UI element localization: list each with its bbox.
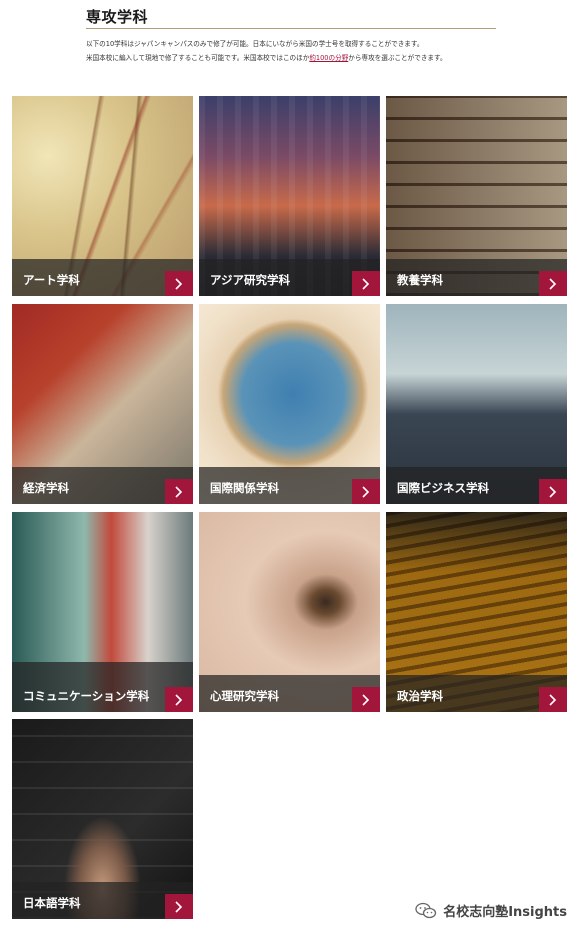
chevron-right-icon — [362, 485, 370, 498]
major-tile-economics[interactable]: 経済学科 — [12, 304, 193, 504]
tile-arrow-button[interactable] — [165, 687, 193, 712]
intro-link-100-fields[interactable]: 約100の分野 — [309, 54, 348, 62]
chevron-right-icon — [362, 277, 370, 290]
major-label: 国際関係学科 — [210, 481, 279, 495]
major-label: 経済学科 — [23, 481, 69, 495]
major-tile-japanese[interactable]: 日本語学科 — [12, 719, 193, 919]
tile-arrow-button[interactable] — [352, 271, 380, 296]
chevron-right-icon — [175, 485, 183, 498]
intro-line-1: 以下の10学科はジャパンキャンパスのみで修了が可能。日本にいながら米国の学士号を… — [86, 40, 424, 48]
intro-line-2: 米国本校に編入して現地で修了することも可能です。米国本校ではこのほか約100の分… — [86, 52, 506, 66]
major-label: 政治学科 — [397, 689, 443, 703]
major-label: 国際ビジネス学科 — [397, 481, 489, 495]
major-tile-liberal-arts[interactable]: 教養学科 — [386, 96, 567, 296]
chevron-right-icon — [175, 900, 183, 913]
major-tile-psychology[interactable]: 心理研究学科 — [199, 512, 380, 712]
major-label: 日本語学科 — [23, 896, 81, 910]
major-label: アジア研究学科 — [210, 273, 291, 287]
major-label: コミュニケーション学科 — [23, 689, 150, 703]
major-label: 心理研究学科 — [210, 689, 279, 703]
tile-arrow-button[interactable] — [352, 479, 380, 504]
major-label: アート学科 — [23, 273, 80, 287]
chevron-right-icon — [175, 693, 183, 706]
chevron-right-icon — [549, 485, 557, 498]
tile-arrow-button[interactable] — [539, 479, 567, 504]
tile-arrow-button[interactable] — [165, 271, 193, 296]
intro-line-2-pre: 米国本校に編入して現地で修了することも可能です。米国本校ではこのほか — [86, 53, 310, 62]
tile-arrow-button[interactable] — [165, 894, 193, 919]
title-divider — [86, 28, 496, 29]
intro-text: 以下の10学科はジャパンキャンパスのみで修了が可能。日本にいながら米国の学士号を… — [86, 38, 506, 65]
tile-arrow-button[interactable] — [165, 479, 193, 504]
major-label: 教養学科 — [397, 273, 443, 287]
chevron-right-icon — [549, 277, 557, 290]
chevron-right-icon — [362, 693, 370, 706]
tile-arrow-button[interactable] — [539, 687, 567, 712]
major-tile-politics[interactable]: 政治学科 — [386, 512, 567, 712]
major-tile-international-business[interactable]: 国際ビジネス学科 — [386, 304, 567, 504]
major-tile-asian-studies[interactable]: アジア研究学科 — [199, 96, 380, 296]
watermark-text: 名校志向塾Insights — [443, 905, 567, 920]
chevron-right-icon — [549, 693, 557, 706]
watermark: 名校志向塾Insights — [415, 901, 567, 920]
wechat-icon — [415, 902, 437, 918]
tile-arrow-button[interactable] — [352, 687, 380, 712]
chevron-right-icon — [175, 277, 183, 290]
intro-line-2-post: から専攻を選ぶことができます。 — [348, 53, 447, 62]
major-tile-art[interactable]: アート学科 — [12, 96, 193, 296]
page-title: 専攻学科 — [86, 8, 149, 26]
tile-arrow-button[interactable] — [539, 271, 567, 296]
major-tile-international-relations[interactable]: 国際関係学科 — [199, 304, 380, 504]
major-tile-communication[interactable]: コミュニケーション学科 — [12, 512, 193, 712]
